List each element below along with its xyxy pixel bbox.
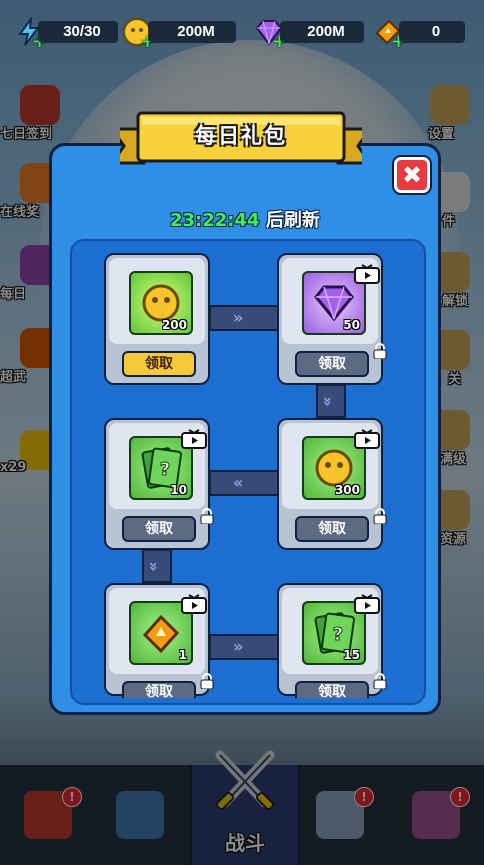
reward-slot: ? 15	[282, 588, 380, 674]
energy-value: 30/30	[38, 21, 118, 43]
video-ad-icon	[354, 429, 380, 449]
path-connector: »	[316, 384, 346, 418]
reward-card[interactable]: 300 领取	[277, 418, 387, 550]
reward-quantity: 200	[161, 318, 187, 332]
gem-value: 200M	[280, 21, 364, 43]
lock-icon	[373, 673, 387, 689]
ticket-value: 0	[399, 21, 465, 43]
reward-card[interactable]: ? 15 领取	[277, 583, 387, 698]
reward-quantity: 300	[334, 483, 360, 497]
reward-slot: 200	[109, 258, 205, 344]
svg-text:?: ?	[333, 624, 343, 645]
timer-suffix: 后刷新	[265, 210, 320, 231]
lock-icon	[200, 673, 214, 689]
reward-card[interactable]: 200 领取	[104, 253, 210, 385]
claim-button[interactable]: 领取	[122, 681, 196, 698]
reward-card[interactable]: ? 10 领取	[104, 418, 214, 550]
reward-slot: 1	[109, 588, 207, 674]
close-icon: ✖	[401, 161, 423, 189]
lock-icon	[373, 343, 387, 359]
path-connector: »	[209, 305, 279, 331]
reward-quantity: 50	[343, 318, 360, 332]
reward-slot: 300	[282, 423, 380, 509]
claim-button[interactable]: 领取	[122, 516, 196, 542]
arrow-right-icon: »	[233, 637, 244, 656]
arrow-down-icon: »	[144, 561, 164, 568]
claim-button[interactable]: 领取	[295, 516, 369, 542]
refresh-timer: 23:22:44 后刷新	[170, 206, 320, 231]
close-button[interactable]: ✖	[394, 157, 430, 193]
reward-card[interactable]: 50 领取	[277, 253, 387, 385]
reward-slot: 50	[282, 258, 380, 344]
lock-icon	[373, 508, 387, 524]
arrow-right-icon: »	[233, 308, 244, 327]
reward-quantity: 1	[178, 648, 187, 662]
reward-quantity: 15	[343, 648, 360, 662]
claim-button[interactable]: 领取	[295, 681, 369, 698]
video-ad-icon	[181, 594, 207, 614]
arrow-down-icon: »	[318, 396, 338, 403]
video-ad-icon	[181, 429, 207, 449]
reward-icon-frame: 200	[129, 271, 193, 335]
claim-button[interactable]: 领取	[122, 351, 196, 377]
path-connector: »	[142, 549, 172, 583]
claim-button[interactable]: 领取	[295, 351, 369, 377]
reward-slot: ? 10	[109, 423, 207, 509]
svg-text:?: ?	[160, 459, 170, 480]
coin-value: 200M	[148, 21, 236, 43]
path-connector: »	[209, 634, 279, 660]
reward-quantity: 10	[170, 483, 187, 497]
video-ad-icon	[354, 264, 380, 284]
video-ad-icon	[354, 594, 380, 614]
lock-icon	[200, 508, 214, 524]
path-connector: «	[209, 470, 279, 496]
dialog-title-banner: 每日礼包	[120, 109, 362, 169]
reward-card[interactable]: 1 领取	[104, 583, 214, 698]
timer-value: 23:22:44	[170, 210, 260, 231]
arrow-left-icon: «	[233, 473, 244, 492]
dialog-title: 每日礼包	[195, 124, 287, 148]
